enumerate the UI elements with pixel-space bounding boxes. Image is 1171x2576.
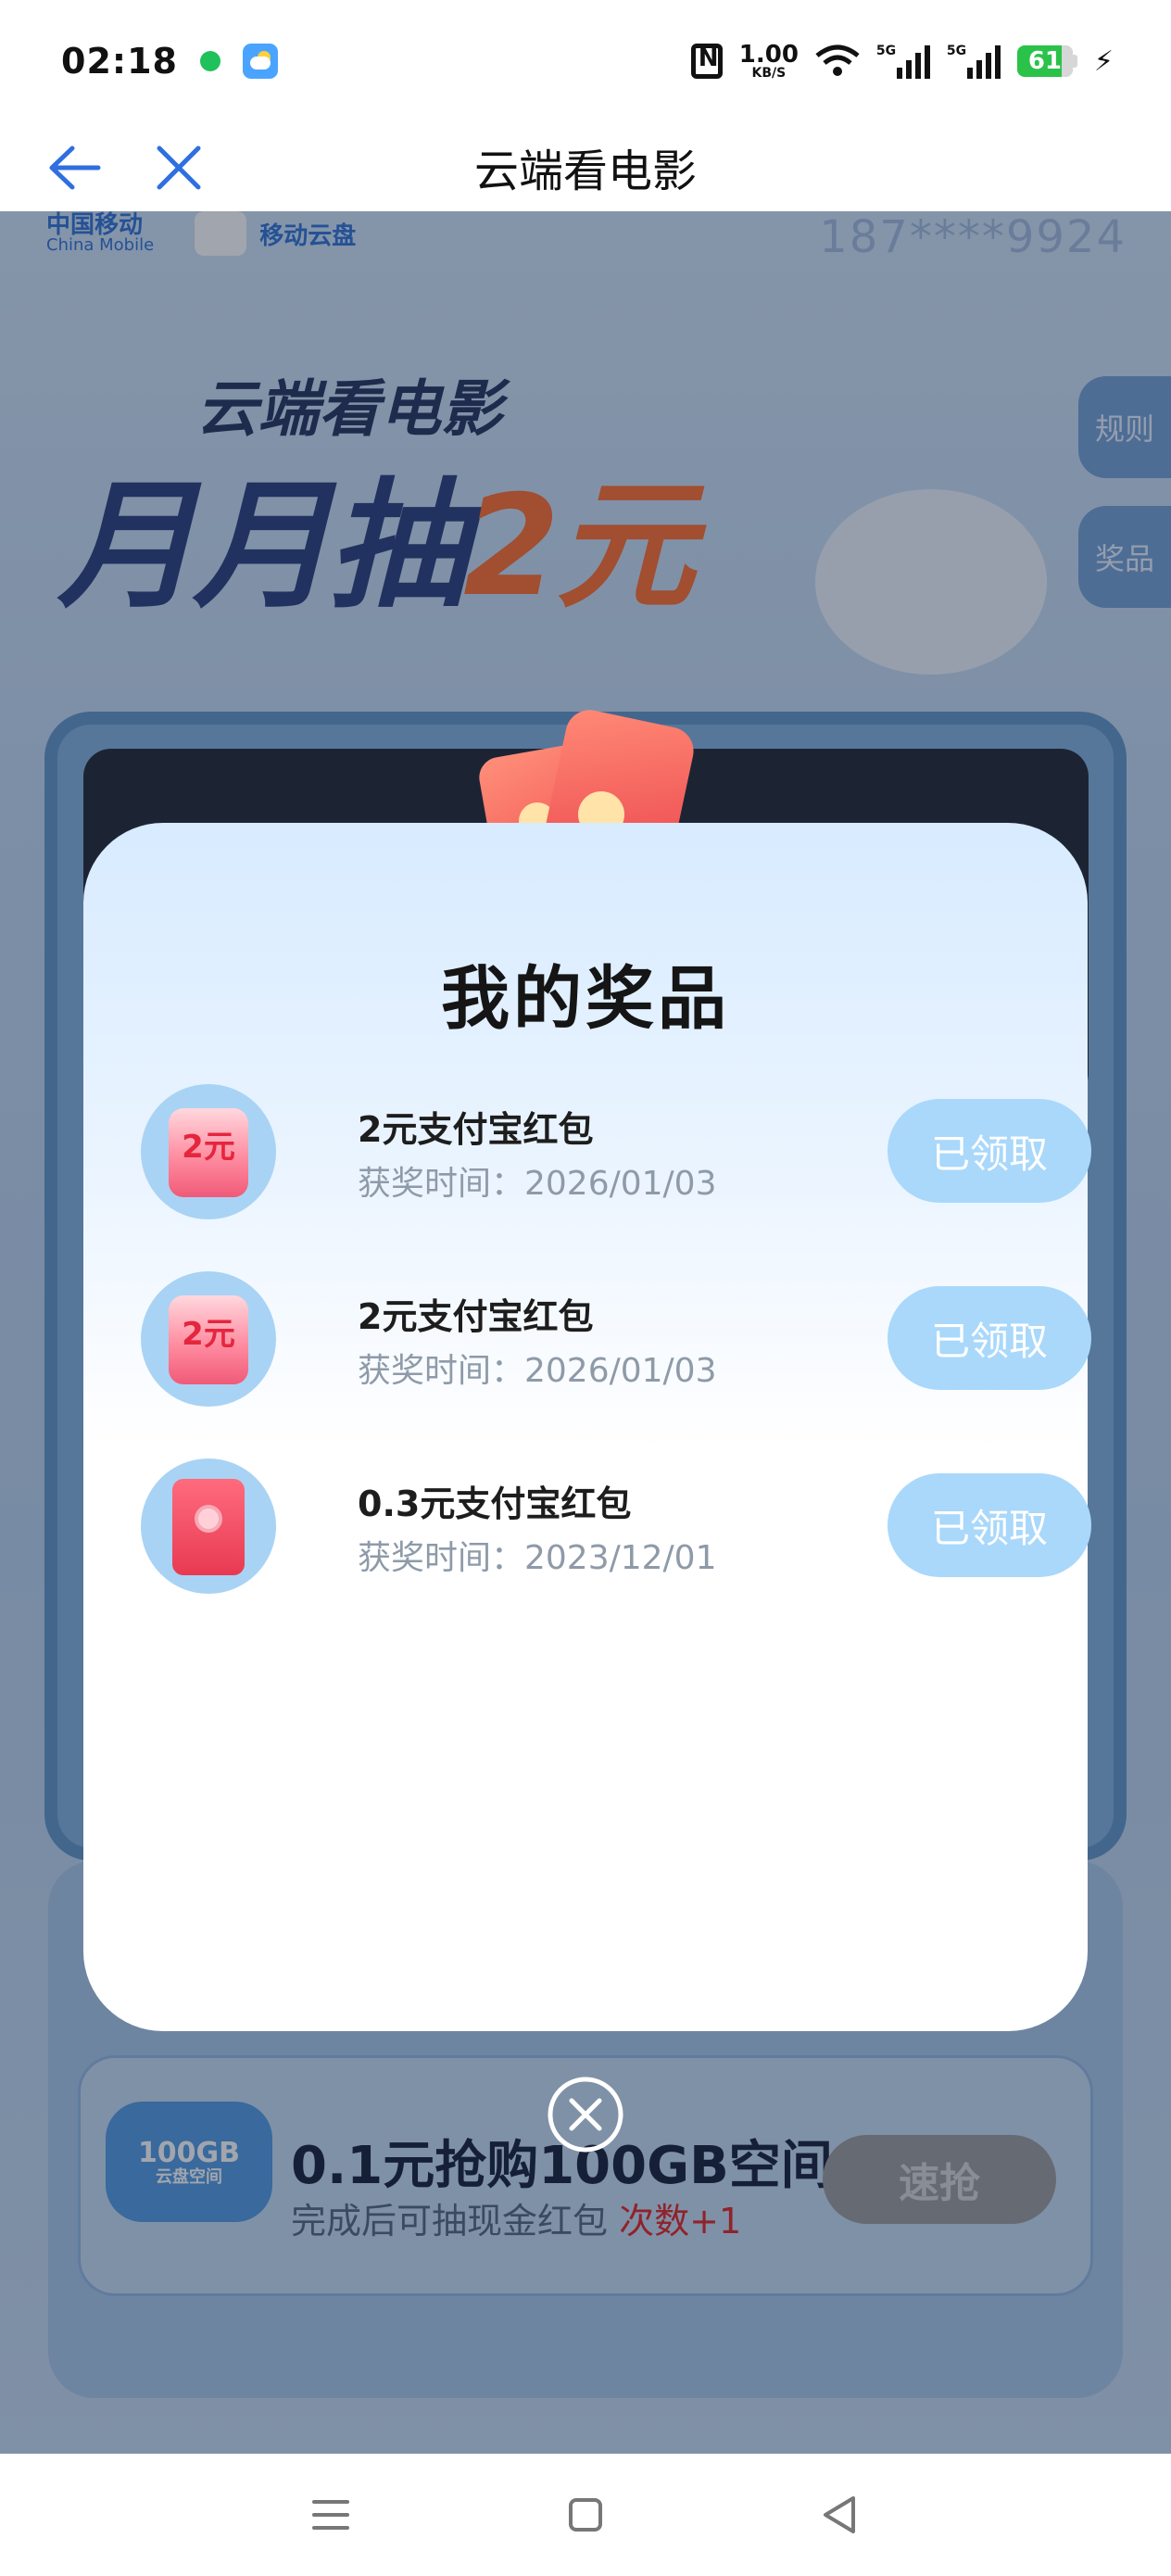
claimed-button[interactable]: 已领取 bbox=[888, 1473, 1091, 1577]
prize-item: 2元 2元支付宝红包 获奖时间：2026/01/03 已领取 bbox=[141, 1271, 1091, 1458]
status-time: 02:18 bbox=[61, 41, 178, 82]
prize-name: 2元支付宝红包 bbox=[358, 1109, 594, 1150]
prize-icon-text: 2元 bbox=[169, 1305, 248, 1354]
close-icon[interactable] bbox=[154, 143, 204, 193]
home-icon[interactable] bbox=[558, 2487, 613, 2543]
sim1-label: 5G bbox=[875, 44, 897, 58]
prize-icon-text: 2元 bbox=[169, 1118, 248, 1167]
prize-time: 获奖时间：2023/12/01 bbox=[358, 1539, 717, 1577]
weather-icon bbox=[242, 44, 278, 79]
network-speed-unit: KB/S bbox=[751, 66, 787, 81]
red-envelope-icon bbox=[141, 1458, 276, 1594]
prize-item: 2元 2元支付宝红包 获奖时间：2026/01/03 已领取 bbox=[141, 1084, 1091, 1271]
status-left: 02:18 bbox=[61, 41, 278, 82]
prize-item: 0.3元支付宝红包 获奖时间：2023/12/01 已领取 bbox=[141, 1458, 1091, 1646]
claimed-button[interactable]: 已领取 bbox=[888, 1099, 1091, 1203]
prize-time: 获奖时间：2026/01/03 bbox=[358, 1165, 717, 1203]
battery-level: 61 bbox=[1027, 47, 1063, 75]
system-nav-bar bbox=[0, 2454, 1171, 2576]
prize-time: 获奖时间：2026/01/03 bbox=[358, 1352, 717, 1390]
red-packet-2yuan-icon: 2元 bbox=[141, 1271, 276, 1407]
menu-icon[interactable] bbox=[303, 2487, 359, 2543]
claimed-button[interactable]: 已领取 bbox=[888, 1286, 1091, 1390]
back-arrow-icon[interactable] bbox=[46, 143, 102, 193]
network-speed: 1.00 KB/S bbox=[739, 43, 799, 80]
modal-close-icon[interactable] bbox=[547, 2076, 624, 2153]
message-notification-icon bbox=[199, 51, 220, 71]
sim2-label: 5G bbox=[946, 44, 967, 58]
signal-sim2-icon: 5G bbox=[947, 44, 1001, 79]
red-packet-2yuan-icon: 2元 bbox=[141, 1084, 276, 1219]
signal-sim1-icon: 5G bbox=[876, 44, 930, 79]
status-bar: 02:18 1.00 KB/S 5G 5G 61 ⚡ bbox=[0, 0, 1171, 122]
wifi-icon bbox=[815, 44, 860, 76]
status-right: 1.00 KB/S 5G 5G 61 ⚡ bbox=[690, 43, 1114, 80]
prize-name: 0.3元支付宝红包 bbox=[358, 1484, 632, 1524]
back-triangle-icon[interactable] bbox=[812, 2487, 868, 2543]
battery-icon: 61 bbox=[1016, 45, 1077, 77]
nav-bar: 云端看电影 bbox=[0, 122, 1171, 211]
nfc-icon bbox=[690, 44, 723, 79]
modal-title: 我的奖品 bbox=[441, 959, 730, 1039]
charging-icon: ⚡ bbox=[1093, 44, 1114, 78]
prize-list: 2元 2元支付宝红包 获奖时间：2026/01/03 已领取 2元 2元支付宝红… bbox=[141, 1084, 1091, 1646]
my-prizes-modal: 我的奖品 2元 2元支付宝红包 获奖时间：2026/01/03 已领取 2元 2… bbox=[83, 823, 1091, 2031]
network-speed-value: 1.00 bbox=[738, 41, 799, 69]
prize-name: 2元支付宝红包 bbox=[358, 1296, 594, 1337]
